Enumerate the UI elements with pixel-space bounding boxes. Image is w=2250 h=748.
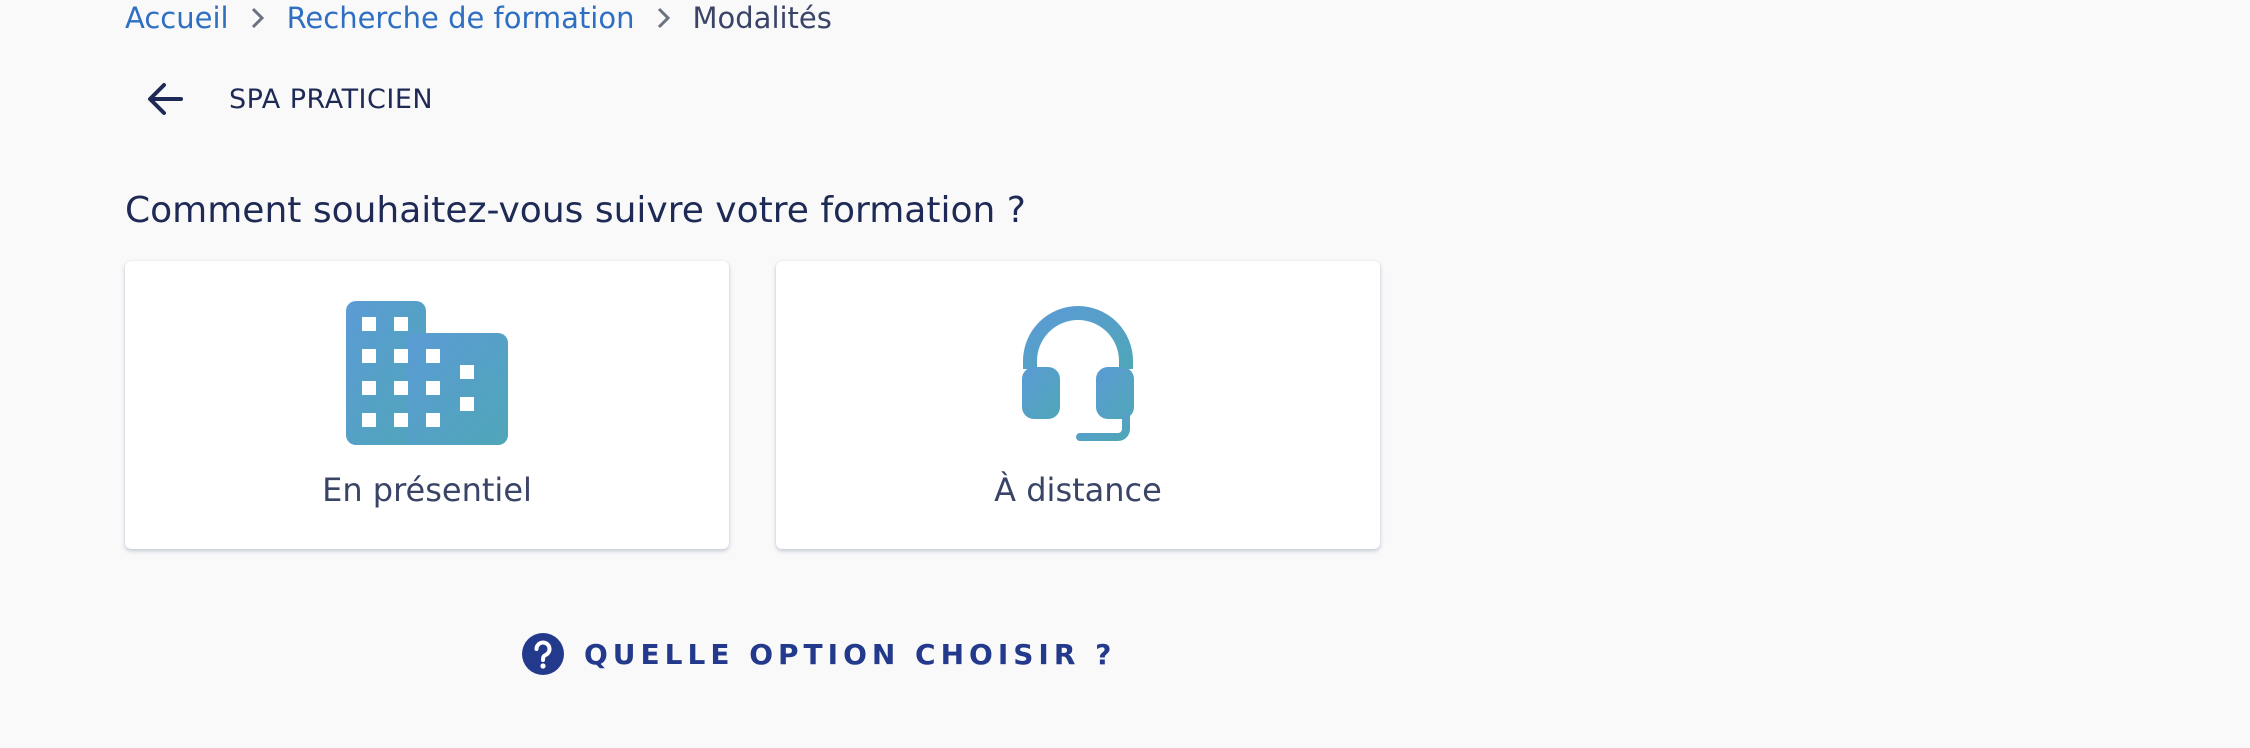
building-icon xyxy=(346,301,508,445)
breadcrumb-link-accueil[interactable]: Accueil xyxy=(125,1,229,35)
question-circle-icon xyxy=(522,633,564,675)
option-cards: En présentiel À distance xyxy=(125,261,1380,549)
page-title: SPA PRATICIEN xyxy=(229,83,434,115)
option-label: À distance xyxy=(994,471,1162,509)
chevron-right-icon xyxy=(251,7,265,29)
help-label: QUELLE OPTION CHOISIR ? xyxy=(584,637,1117,671)
back-button[interactable] xyxy=(125,74,205,124)
breadcrumb-link-recherche[interactable]: Recherche de formation xyxy=(287,1,635,35)
option-label: En présentiel xyxy=(322,471,532,509)
question-heading: Comment souhaitez-vous suivre votre form… xyxy=(125,190,1026,231)
option-card-presentiel[interactable]: En présentiel xyxy=(125,261,729,549)
option-card-distance[interactable]: À distance xyxy=(776,261,1380,549)
arrow-left-icon xyxy=(148,83,183,115)
chevron-right-icon xyxy=(657,7,671,29)
breadcrumb: Accueil Recherche de formation Modalités xyxy=(125,0,832,36)
headset-icon xyxy=(1022,301,1134,445)
help-link[interactable]: QUELLE OPTION CHOISIR ? xyxy=(522,633,1116,675)
page-header: SPA PRATICIEN xyxy=(125,74,433,124)
breadcrumb-current: Modalités xyxy=(692,1,832,35)
